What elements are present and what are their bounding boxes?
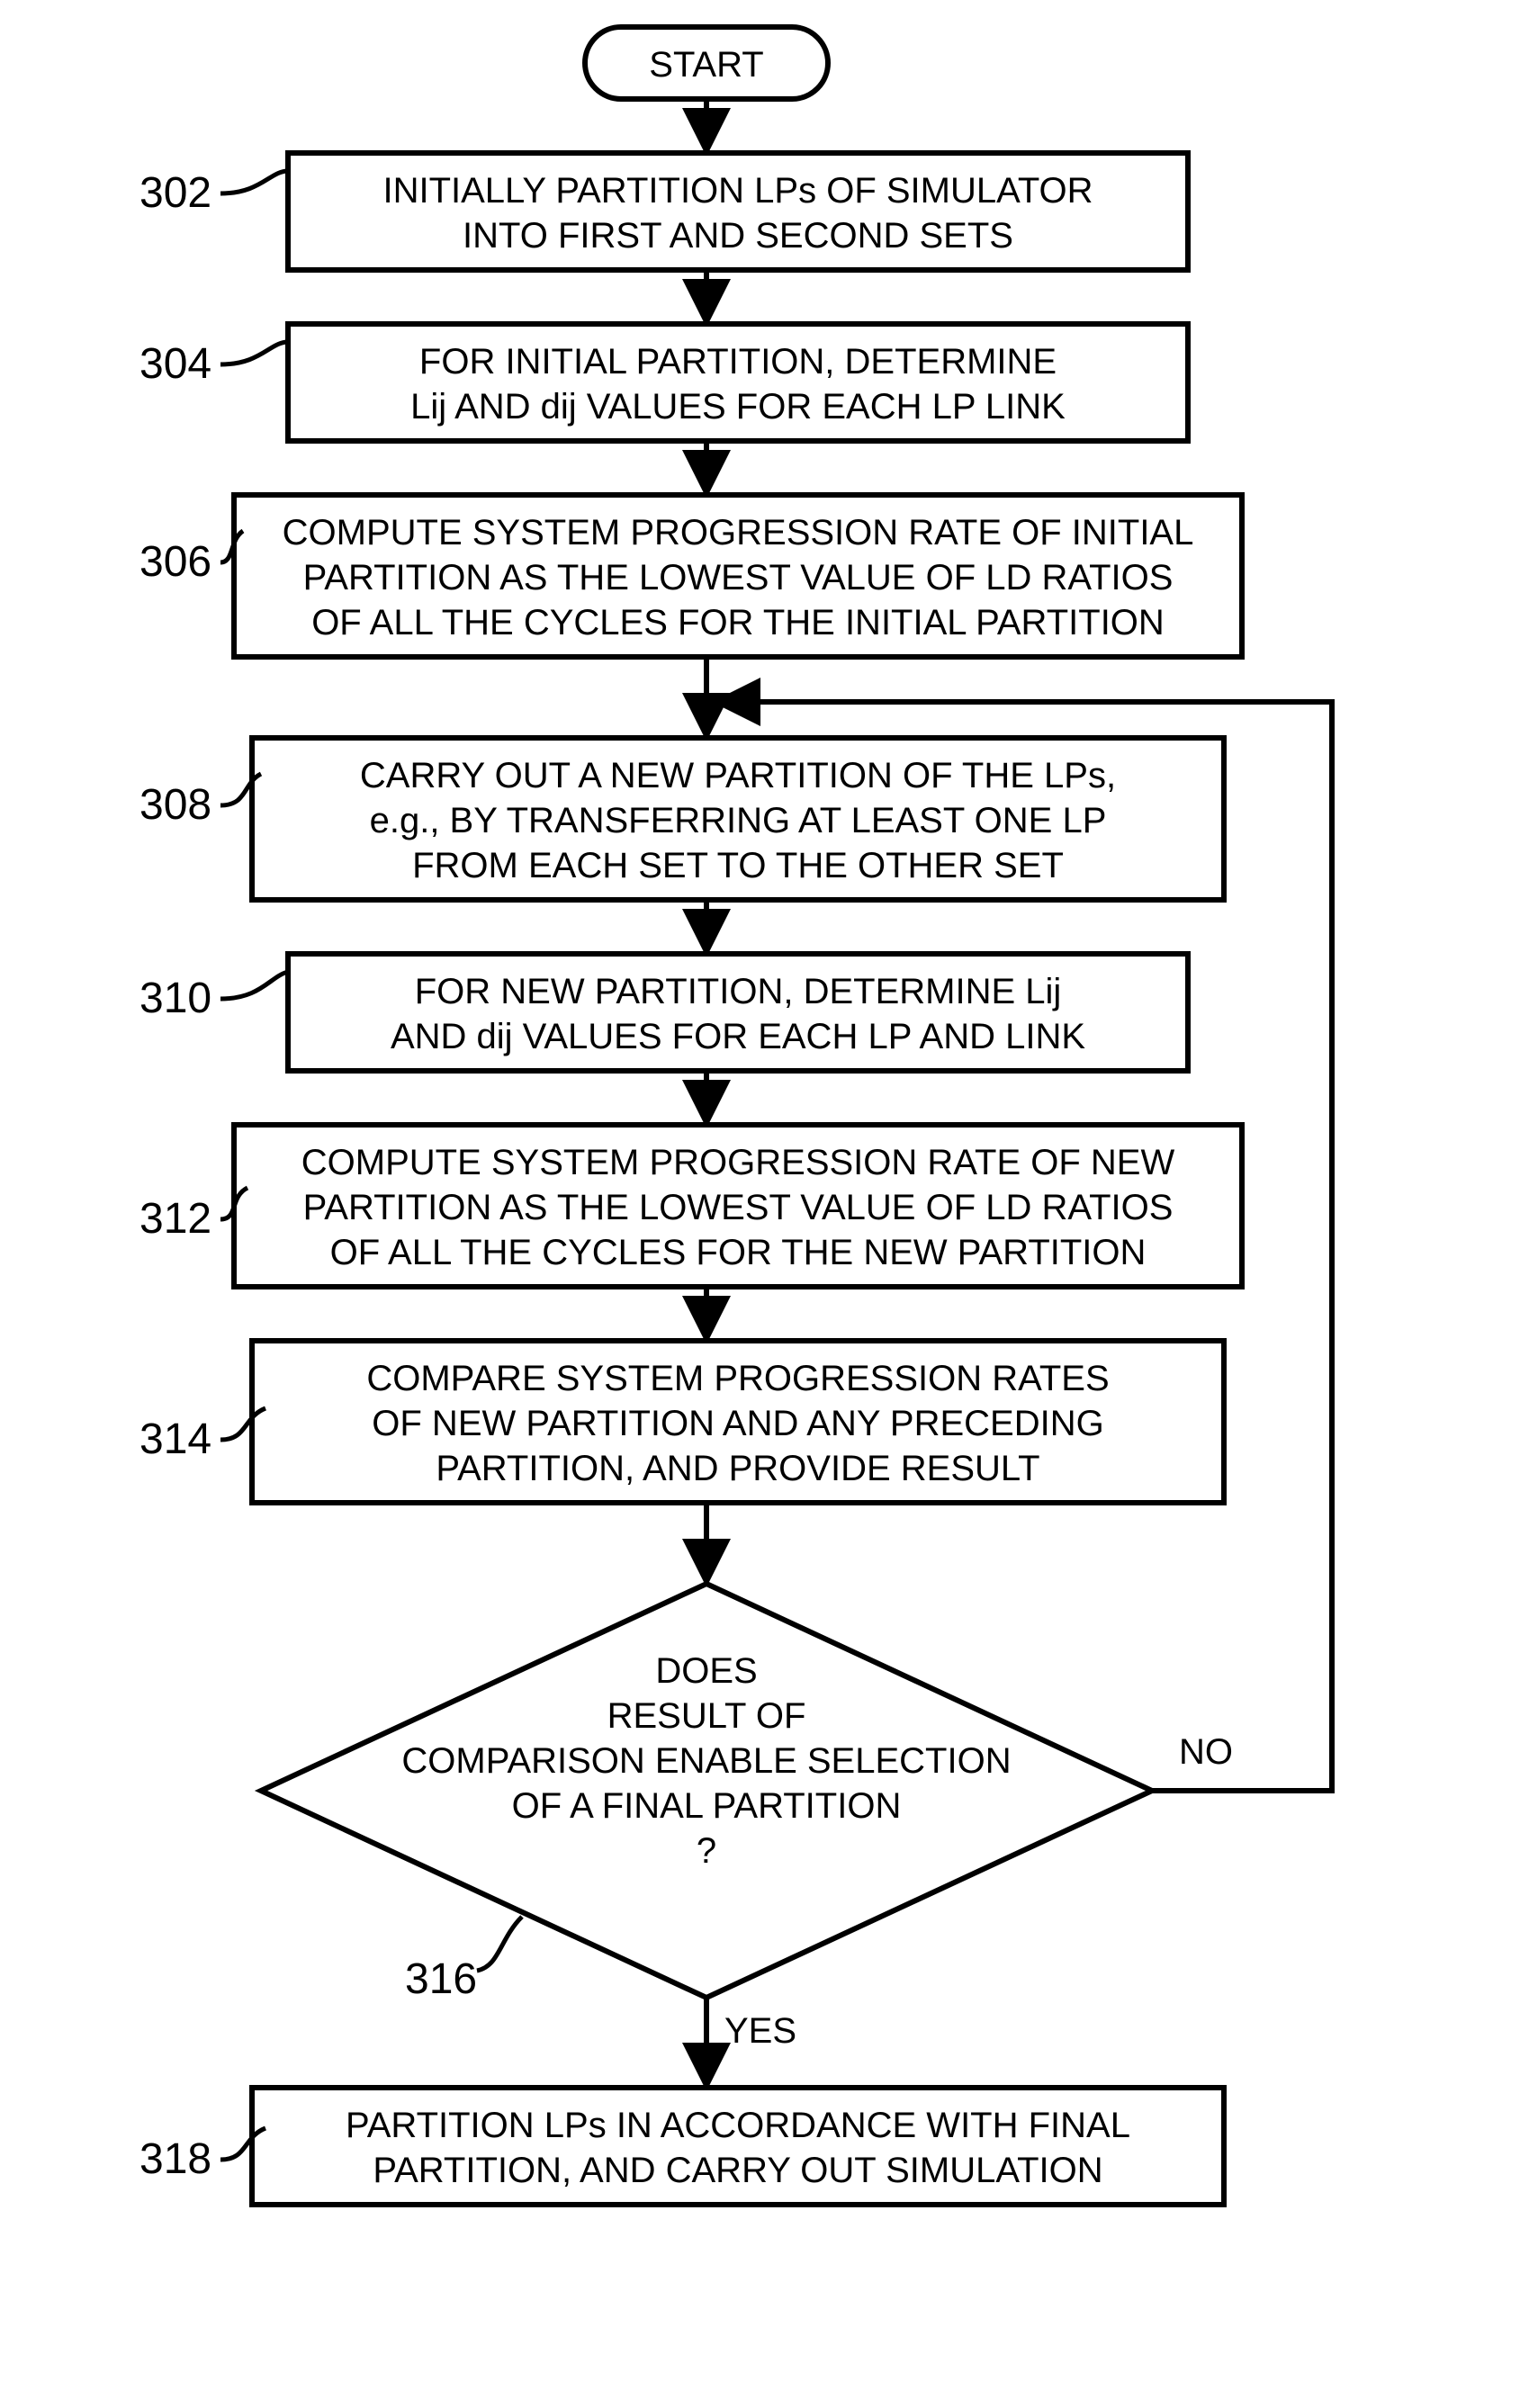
step-306-line2: PARTITION AS THE LOWEST VALUE OF LD RATI… [303, 558, 1174, 598]
label-302: 302 [139, 169, 211, 217]
step-302-line2: INTO FIRST AND SECOND SETS [463, 216, 1013, 256]
label-304: 304 [139, 340, 211, 388]
step-302-line1: INITIALLY PARTITION LPs OF SIMULATOR [382, 171, 1093, 211]
step-310-line2: AND dij VALUES FOR EACH LP AND LINK [391, 1017, 1085, 1056]
leader-304 [220, 342, 288, 364]
step-314: COMPARE SYSTEM PROGRESSION RATES OF NEW … [252, 1341, 1224, 1503]
step-318: PARTITION LPs IN ACCORDANCE WITH FINAL P… [252, 2088, 1224, 2205]
start-label: START [649, 45, 763, 85]
flowchart-svg: START INITIALLY PARTITION LPs OF SIMULAT… [0, 0, 1538, 2408]
step-312: COMPUTE SYSTEM PROGRESSION RATE OF NEW P… [234, 1125, 1242, 1287]
start-terminator: START [585, 27, 828, 99]
step-304-line1: FOR INITIAL PARTITION, DETERMINE [419, 342, 1057, 382]
decision-316-line1: DOES [655, 1651, 757, 1691]
branch-yes: YES [724, 2011, 796, 2051]
step-312-line3: OF ALL THE CYCLES FOR THE NEW PARTITION [330, 1233, 1147, 1272]
step-312-line1: COMPUTE SYSTEM PROGRESSION RATE OF NEW [301, 1143, 1175, 1182]
step-318-line2: PARTITION, AND CARRY OUT SIMULATION [373, 2151, 1102, 2190]
label-316: 316 [405, 1955, 477, 2003]
label-310: 310 [139, 975, 211, 1022]
step-306-line1: COMPUTE SYSTEM PROGRESSION RATE OF INITI… [283, 513, 1194, 553]
step-308-line1: CARRY OUT A NEW PARTITION OF THE LPs, [360, 756, 1116, 795]
leader-302 [220, 171, 288, 193]
branch-no: NO [1179, 1732, 1233, 1772]
label-306: 306 [139, 538, 211, 586]
step-318-line1: PARTITION LPs IN ACCORDANCE WITH FINAL [346, 2106, 1130, 2145]
step-304-line2: Lij AND dij VALUES FOR EACH LP LINK [410, 387, 1066, 427]
label-318: 318 [139, 2135, 211, 2183]
step-310-line1: FOR NEW PARTITION, DETERMINE Lij [415, 972, 1062, 1011]
decision-316-line3: COMPARISON ENABLE SELECTION [401, 1741, 1011, 1781]
step-314-line3: PARTITION, AND PROVIDE RESULT [436, 1449, 1039, 1488]
step-314-line2: OF NEW PARTITION AND ANY PRECEDING [372, 1404, 1103, 1443]
step-308: CARRY OUT A NEW PARTITION OF THE LPs, e.… [252, 738, 1224, 900]
step-310: FOR NEW PARTITION, DETERMINE Lij AND dij… [288, 954, 1188, 1071]
label-312: 312 [139, 1195, 211, 1243]
leader-310 [220, 972, 288, 999]
step-302: INITIALLY PARTITION LPs OF SIMULATOR INT… [288, 153, 1188, 270]
leader-316 [477, 1917, 522, 1971]
step-306-line3: OF ALL THE CYCLES FOR THE INITIAL PARTIT… [311, 603, 1165, 642]
step-308-line3: FROM EACH SET TO THE OTHER SET [412, 846, 1064, 885]
decision-316: DOES RESULT OF COMPARISON ENABLE SELECTI… [261, 1584, 1152, 1998]
decision-316-line2: RESULT OF [607, 1696, 806, 1736]
step-306: COMPUTE SYSTEM PROGRESSION RATE OF INITI… [234, 495, 1242, 657]
label-308: 308 [139, 781, 211, 829]
step-314-line1: COMPARE SYSTEM PROGRESSION RATES [366, 1359, 1109, 1398]
step-312-line2: PARTITION AS THE LOWEST VALUE OF LD RATI… [303, 1188, 1174, 1227]
label-314: 314 [139, 1415, 211, 1463]
step-308-line2: e.g., BY TRANSFERRING AT LEAST ONE LP [370, 801, 1107, 840]
decision-316-line5: ? [697, 1831, 716, 1871]
step-304: FOR INITIAL PARTITION, DETERMINE Lij AND… [288, 324, 1188, 441]
decision-316-line4: OF A FINAL PARTITION [512, 1786, 902, 1826]
